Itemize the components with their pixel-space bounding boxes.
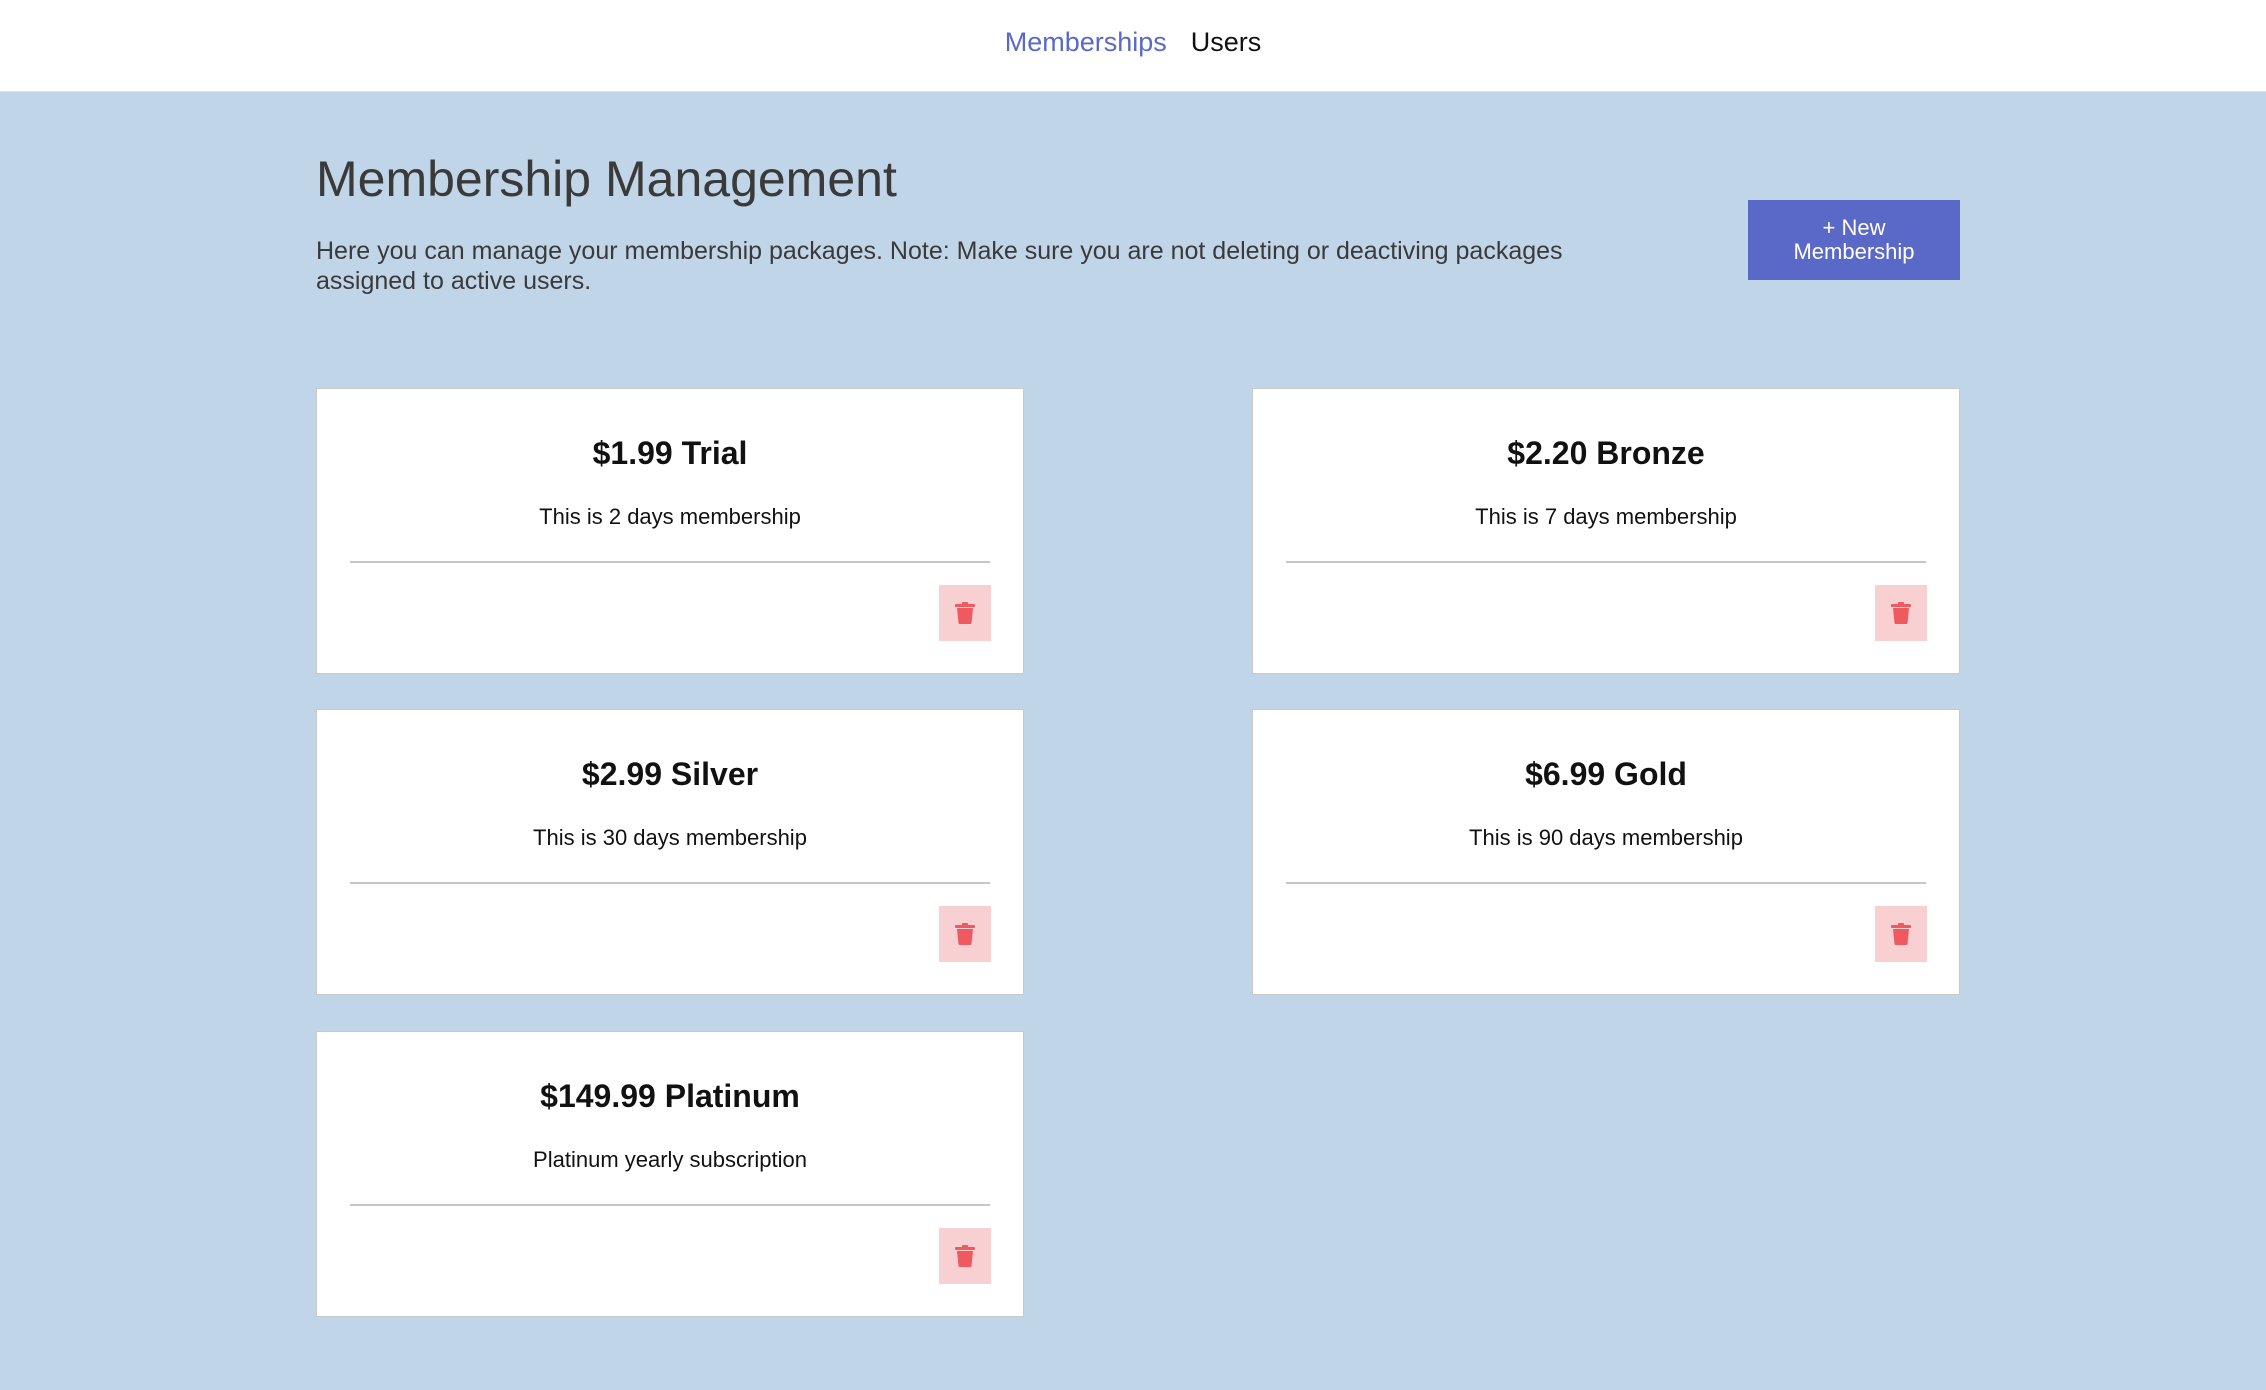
nav-link-users[interactable]: Users bbox=[1191, 29, 1262, 56]
top-navigation: Memberships Users bbox=[0, 0, 2266, 92]
card-divider bbox=[1286, 561, 1926, 563]
membership-card: $1.99 Trial This is 2 days membership bbox=[316, 388, 1024, 674]
delete-membership-button[interactable] bbox=[1875, 585, 1927, 641]
membership-title: $1.99 Trial bbox=[592, 435, 748, 471]
delete-membership-button[interactable] bbox=[1875, 906, 1927, 962]
membership-card: $149.99 Platinum Platinum yearly subscri… bbox=[316, 1031, 1024, 1317]
membership-description: This is 90 days membership bbox=[1469, 825, 1743, 850]
membership-title: $2.99 Silver bbox=[581, 756, 759, 792]
trash-icon bbox=[955, 1245, 975, 1267]
membership-card: $6.99 Gold This is 90 days membership bbox=[1252, 709, 1960, 995]
membership-description: Platinum yearly subscription bbox=[533, 1147, 807, 1172]
membership-card: $2.99 Silver This is 30 days membership bbox=[316, 709, 1024, 995]
card-divider bbox=[350, 561, 990, 563]
membership-title: $149.99 Platinum bbox=[540, 1078, 800, 1114]
card-divider bbox=[1286, 882, 1926, 884]
trash-icon bbox=[1891, 602, 1911, 624]
trash-icon bbox=[1891, 923, 1911, 945]
new-membership-button[interactable]: + New Membership bbox=[1748, 200, 1960, 280]
delete-membership-button[interactable] bbox=[939, 585, 991, 641]
membership-description: This is 2 days membership bbox=[539, 504, 801, 529]
card-divider bbox=[350, 882, 990, 884]
membership-title: $6.99 Gold bbox=[1525, 756, 1687, 792]
trash-icon bbox=[955, 923, 975, 945]
membership-description: This is 30 days membership bbox=[533, 825, 807, 850]
nav-link-memberships[interactable]: Memberships bbox=[1005, 29, 1167, 56]
delete-membership-button[interactable] bbox=[939, 906, 991, 962]
page-description: Here you can manage your membership pack… bbox=[316, 237, 1563, 295]
membership-description: This is 7 days membership bbox=[1475, 504, 1737, 529]
trash-icon bbox=[955, 602, 975, 624]
card-divider bbox=[350, 1204, 990, 1206]
membership-title: $2.20 Bronze bbox=[1507, 435, 1705, 471]
membership-card: $2.20 Bronze This is 7 days membership bbox=[1252, 388, 1960, 674]
delete-membership-button[interactable] bbox=[939, 1228, 991, 1284]
page-title: Membership Management bbox=[316, 151, 897, 207]
